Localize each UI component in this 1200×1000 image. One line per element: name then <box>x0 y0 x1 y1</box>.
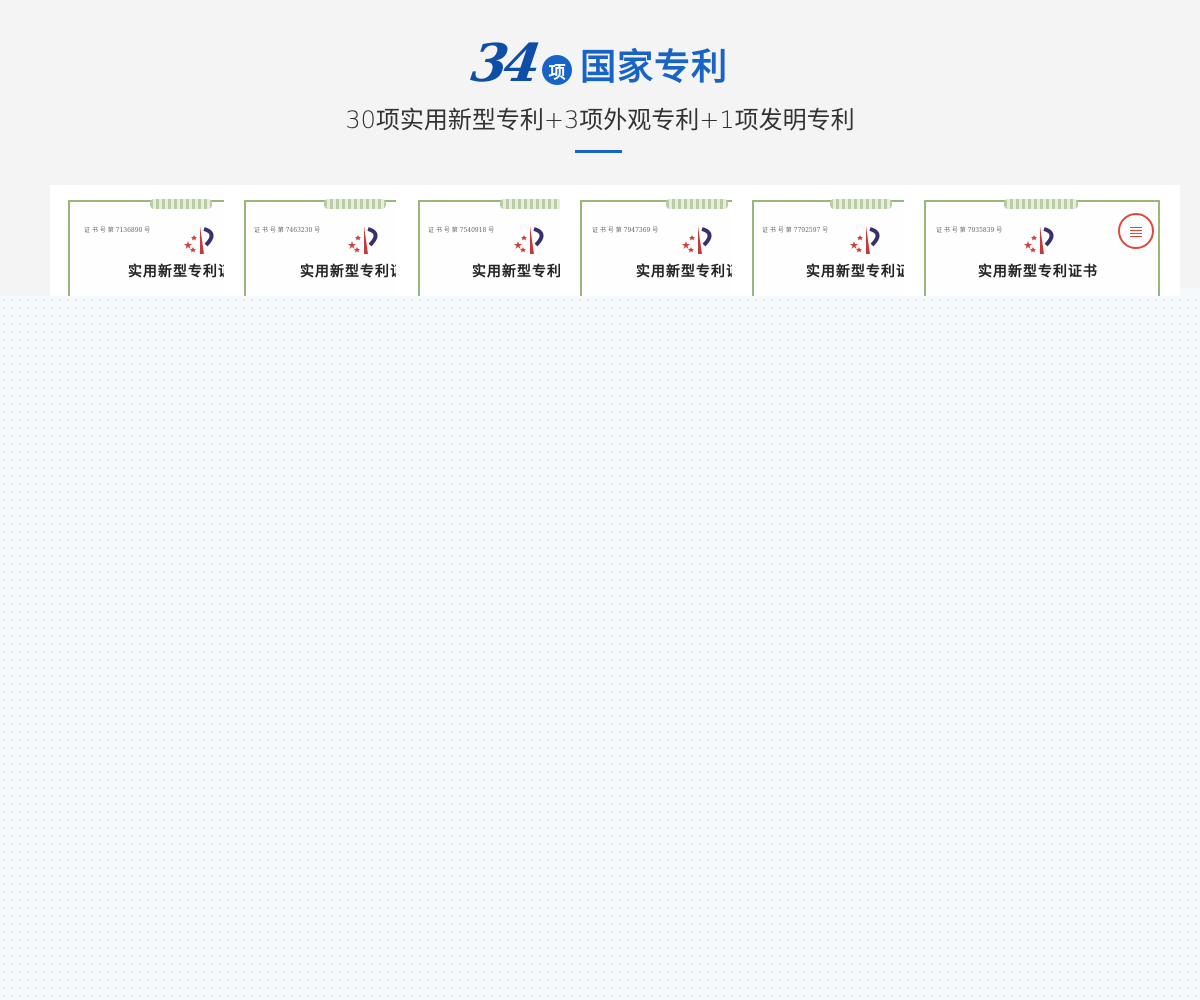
dotted-background <box>0 288 1200 1000</box>
certificate-card[interactable]: 证 书 号 第 7463230 号 实用新型专利证书 <box>240 185 396 296</box>
certificate-strip: 证 书 号 第 7136890 号 实用新型专利证书 证 书 号 第 74632… <box>50 185 1180 296</box>
patent-office-emblem-icon <box>682 226 712 254</box>
section-title-text: 国家专利 <box>580 47 729 88</box>
certificate-title: 实用新型专利证书 <box>128 264 224 280</box>
official-seal-icon <box>1118 213 1154 249</box>
patent-count: 34 <box>467 33 541 94</box>
certificate-number: 证 书 号 第 7540918 号 <box>428 227 495 234</box>
certificate-card[interactable]: 证 书 号 第 7540918 号 实用新型专利证书 <box>414 185 560 296</box>
certificate-number: 证 书 号 第 7463230 号 <box>254 227 321 234</box>
certificate-number: 证 书 号 第 7792597 号 <box>762 227 829 234</box>
patent-office-emblem-icon <box>850 226 880 254</box>
certificate-number: 证 书 号 第 7947369 号 <box>592 227 659 234</box>
certificate-title: 实用新型专利证书 <box>806 264 904 280</box>
patent-office-emblem-icon <box>184 226 214 254</box>
certificate-card[interactable]: 证 书 号 第 7136890 号 实用新型专利证书 <box>62 185 224 296</box>
certificate-card[interactable]: 证 书 号 第 7947369 号 实用新型专利证书 <box>578 185 732 296</box>
patent-office-emblem-icon <box>1024 226 1054 254</box>
section-subtitle: 30项实用新型专利+3项外观专利+1项发明专利 <box>345 106 855 134</box>
title-divider <box>575 150 622 153</box>
patent-office-emblem-icon <box>348 226 378 254</box>
certificate-number: 证 书 号 第 7935839 号 <box>936 227 1003 234</box>
certificate-card[interactable]: 证 书 号 第 7792597 号 实用新型专利证书 <box>750 185 904 296</box>
certificate-number: 证 书 号 第 7136890 号 <box>84 227 151 234</box>
count-unit-badge: 项 <box>542 55 573 85</box>
certificate-title: 实用新型专利证书 <box>978 264 1098 280</box>
certificate-title: 实用新型专利证书 <box>300 264 396 280</box>
patent-office-emblem-icon <box>514 226 544 254</box>
certificate-card[interactable]: 证 书 号 第 7935839 号 实用新型专利证书 <box>922 185 1162 296</box>
certificate-title: 实用新型专利证书 <box>636 264 732 280</box>
section-title: 34 项 国家专利 <box>0 33 1200 94</box>
certificate-title: 实用新型专利证书 <box>472 264 560 280</box>
